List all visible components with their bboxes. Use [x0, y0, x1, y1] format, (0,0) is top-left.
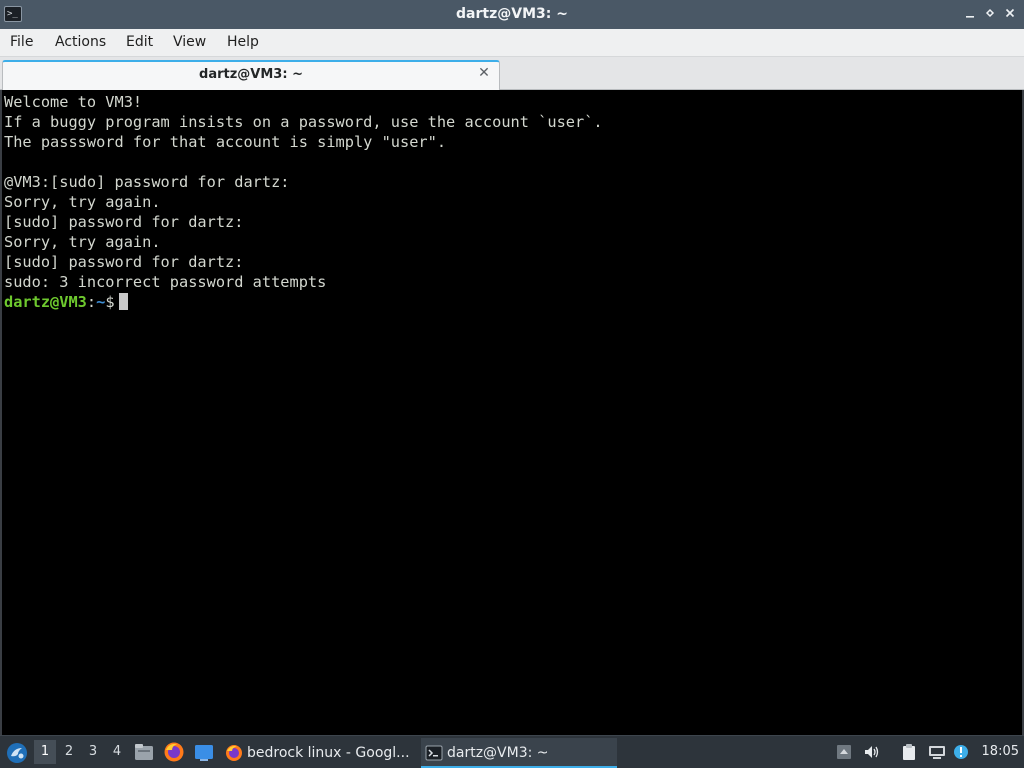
terminal-line: [sudo] password for dartz:: [4, 213, 244, 231]
updates-icon[interactable]: [952, 743, 970, 761]
tab-terminal-session[interactable]: dartz@VM3: ~ ✕: [2, 60, 500, 90]
taskbar: 1 2 3 4 bedrock linux - Googl... dartz@V…: [0, 735, 1024, 768]
network-indicator-icon[interactable]: [835, 743, 853, 761]
workspace-3[interactable]: 3: [82, 740, 104, 764]
workspace-2[interactable]: 2: [58, 740, 80, 764]
terminal-line: [sudo] password for dartz:: [4, 253, 244, 271]
terminal-line: sudo: 3 incorrect password attempts: [4, 273, 327, 291]
tab-bar: dartz@VM3: ~ ✕: [0, 57, 1024, 90]
terminal-line: If a buggy program insists on a password…: [4, 113, 603, 131]
terminal-output[interactable]: Welcome to VM3! If a buggy program insis…: [0, 90, 1024, 735]
prompt-path: ~: [96, 293, 106, 311]
start-menu-button[interactable]: [6, 742, 28, 764]
firefox-icon: [226, 745, 242, 761]
show-desktop-icon[interactable]: [193, 741, 215, 763]
menu-actions[interactable]: Actions: [55, 34, 106, 50]
task-label: bedrock linux - Googl...: [247, 745, 410, 761]
menu-bar: File Actions Edit View Help: [0, 29, 1024, 57]
network-icon[interactable]: [928, 743, 946, 761]
workspace-4[interactable]: 4: [106, 740, 128, 764]
close-button[interactable]: [1002, 5, 1018, 23]
prompt-separator: :: [86, 293, 97, 311]
window-titlebar[interactable]: >_ dartz@VM3: ~: [0, 0, 1024, 29]
taskbar-task-firefox[interactable]: bedrock linux - Googl...: [221, 738, 417, 768]
terminal-icon: [425, 745, 443, 761]
minimize-button[interactable]: [962, 5, 978, 23]
terminal-prompt: dartz@VM3:~$: [4, 292, 128, 312]
firefox-icon[interactable]: [163, 741, 185, 763]
clock[interactable]: 18:05: [982, 744, 1019, 759]
close-tab-icon[interactable]: ✕: [477, 66, 491, 80]
lubuntu-logo-icon: [7, 743, 27, 763]
tab-label: dartz@VM3: ~: [199, 67, 303, 82]
restore-button[interactable]: [982, 5, 998, 23]
menu-edit[interactable]: Edit: [126, 34, 153, 50]
prompt-symbol: $: [105, 293, 115, 311]
taskbar-task-terminal[interactable]: dartz@VM3: ~: [421, 738, 617, 768]
volume-icon[interactable]: [863, 743, 881, 761]
terminal-line: Sorry, try again.: [4, 193, 161, 211]
workspace-1[interactable]: 1: [34, 740, 56, 764]
terminal-line: The passsword for that account is simply…: [4, 133, 447, 151]
window-title: dartz@VM3: ~: [456, 6, 568, 22]
clipboard-icon[interactable]: [900, 743, 918, 761]
file-manager-icon[interactable]: [133, 741, 155, 763]
terminal-line: Welcome to VM3!: [4, 93, 143, 111]
menu-file[interactable]: File: [10, 34, 33, 50]
menu-view[interactable]: View: [173, 34, 206, 50]
terminal-line: @VM3:[sudo] password for dartz:: [4, 173, 290, 191]
menu-help[interactable]: Help: [227, 34, 259, 50]
terminal-cursor: [118, 293, 128, 310]
task-label: dartz@VM3: ~: [447, 745, 549, 761]
terminal-line: Sorry, try again.: [4, 233, 161, 251]
prompt-user-host: dartz@VM3: [4, 293, 87, 311]
